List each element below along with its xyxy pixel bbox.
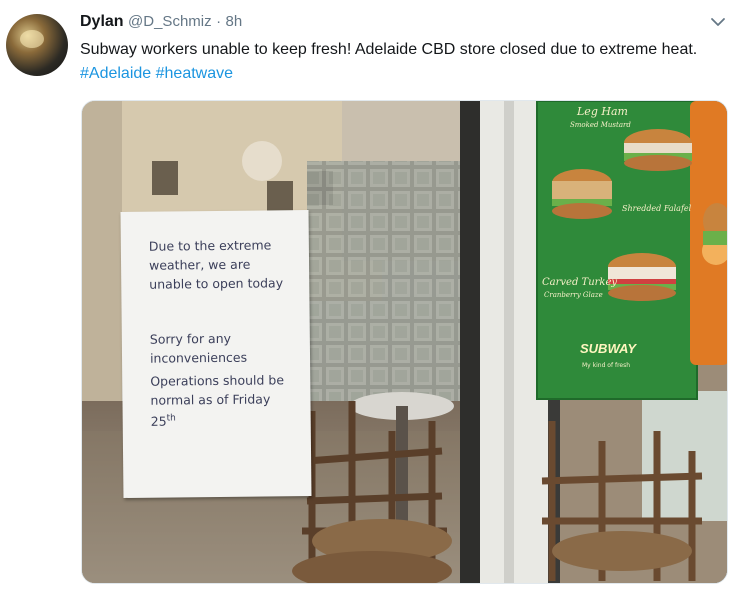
tweet: Dylan @D_Schmiz · 8h Subway workers unab…: [0, 0, 740, 594]
ad-tagline: My kind of fresh: [582, 362, 630, 369]
ad-item-turkey-sub: Cranberry Glaze: [544, 291, 603, 299]
ad-item-leg-ham: Leg Ham: [576, 105, 628, 118]
chevron-down-icon[interactable]: [710, 14, 726, 30]
separator-dot: ·: [216, 13, 222, 30]
hashtag-link[interactable]: #heatwave: [156, 65, 233, 82]
ad-item-falafel: Shredded Falafel: [622, 204, 692, 213]
notice-line-2: Sorry for any inconveniences: [149, 330, 248, 366]
subway-logo: SUBWAY: [580, 341, 637, 356]
tweet-header: Dylan @D_Schmiz · 8h: [80, 12, 242, 32]
tweet-text: Subway workers unable to keep fresh! Ade…: [80, 38, 720, 86]
avatar-highlight: [20, 30, 44, 48]
tweet-photo[interactable]: Leg Ham Smoked Mustard Shredded Falafel …: [81, 100, 728, 584]
user-handle[interactable]: @D_Schmiz: [128, 13, 212, 30]
display-name[interactable]: Dylan: [80, 13, 124, 30]
avatar[interactable]: [6, 14, 68, 76]
notice-line-3: Operations should be normal as of Friday…: [150, 370, 301, 431]
notice-ordinal: th: [166, 413, 176, 424]
notice-line-1: Due to the extreme weather, we are unabl…: [148, 237, 284, 292]
timestamp[interactable]: 8h: [226, 13, 243, 30]
ad-item-turkey: Carved Turkey: [542, 277, 617, 288]
tweet-body: Subway workers unable to keep fresh! Ade…: [80, 41, 698, 58]
closed-notice-sign: Due to the extreme weather, we are unabl…: [120, 210, 312, 498]
ad-item-leg-ham-sub: Smoked Mustard: [570, 121, 631, 129]
hashtag-link[interactable]: #Adelaide: [80, 65, 151, 82]
